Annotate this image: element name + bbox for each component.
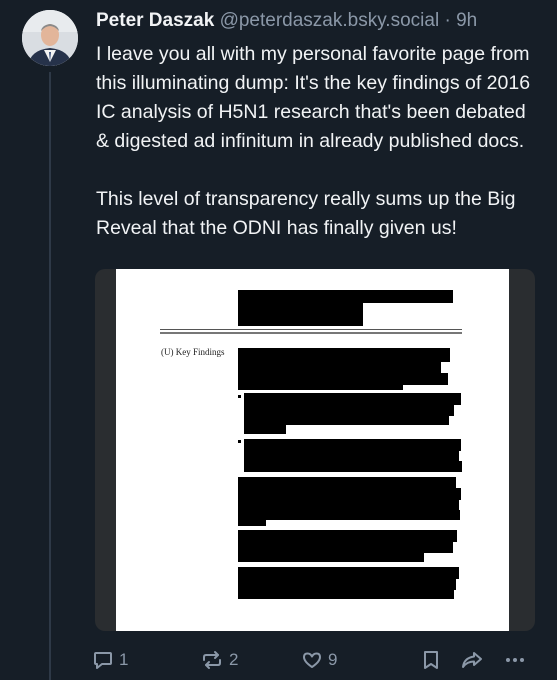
- repost-count: 2: [229, 650, 239, 669]
- key-findings-label: (U) Key Findings: [161, 347, 225, 357]
- reply-count: 1: [119, 650, 129, 669]
- more-options-button[interactable]: [504, 646, 526, 674]
- author-name[interactable]: Peter Daszak: [96, 10, 214, 31]
- reply-button[interactable]: 1: [92, 646, 128, 674]
- post-actions: 1 2 9: [92, 646, 532, 674]
- like-icon: [301, 649, 323, 671]
- avatar-photo: [22, 10, 78, 66]
- redacted-document-page: (U) Key Findings: [116, 269, 509, 631]
- page-rule: [160, 329, 462, 330]
- post-text: I leave you all with my personal favorit…: [96, 43, 531, 239]
- post-image[interactable]: (U) Key Findings: [95, 269, 535, 631]
- separator-dot: ·: [444, 10, 451, 31]
- repost-button[interactable]: 2: [200, 646, 238, 674]
- thread-line: [49, 72, 51, 680]
- redaction-block: [238, 510, 460, 520]
- redaction-block: [244, 461, 462, 472]
- author-handle[interactable]: @peterdaszak.bsky.social: [220, 10, 440, 31]
- bullet: [238, 440, 241, 443]
- redaction-block: [238, 589, 454, 599]
- repost-icon: [200, 649, 224, 671]
- avatar[interactable]: [22, 10, 78, 66]
- redaction-block: [238, 348, 450, 362]
- share-icon: [460, 649, 484, 671]
- more-icon: [504, 649, 526, 671]
- redaction-block: [238, 519, 266, 526]
- share-button[interactable]: [460, 646, 484, 674]
- bookmark-button[interactable]: [420, 646, 442, 674]
- bookmark-icon: [420, 649, 442, 671]
- redaction-block: [238, 384, 403, 390]
- redaction-block: [238, 552, 424, 562]
- bullet: [238, 395, 241, 398]
- post-header: Peter Daszak @peterdaszak.bsky.social · …: [96, 10, 477, 32]
- like-button[interactable]: 9: [301, 646, 337, 674]
- post-time[interactable]: 9h: [456, 10, 477, 31]
- redaction-block: [238, 302, 363, 326]
- redaction-block: [244, 424, 286, 434]
- like-count: 9: [328, 650, 338, 669]
- reply-icon: [92, 649, 114, 671]
- page-rule: [160, 332, 462, 334]
